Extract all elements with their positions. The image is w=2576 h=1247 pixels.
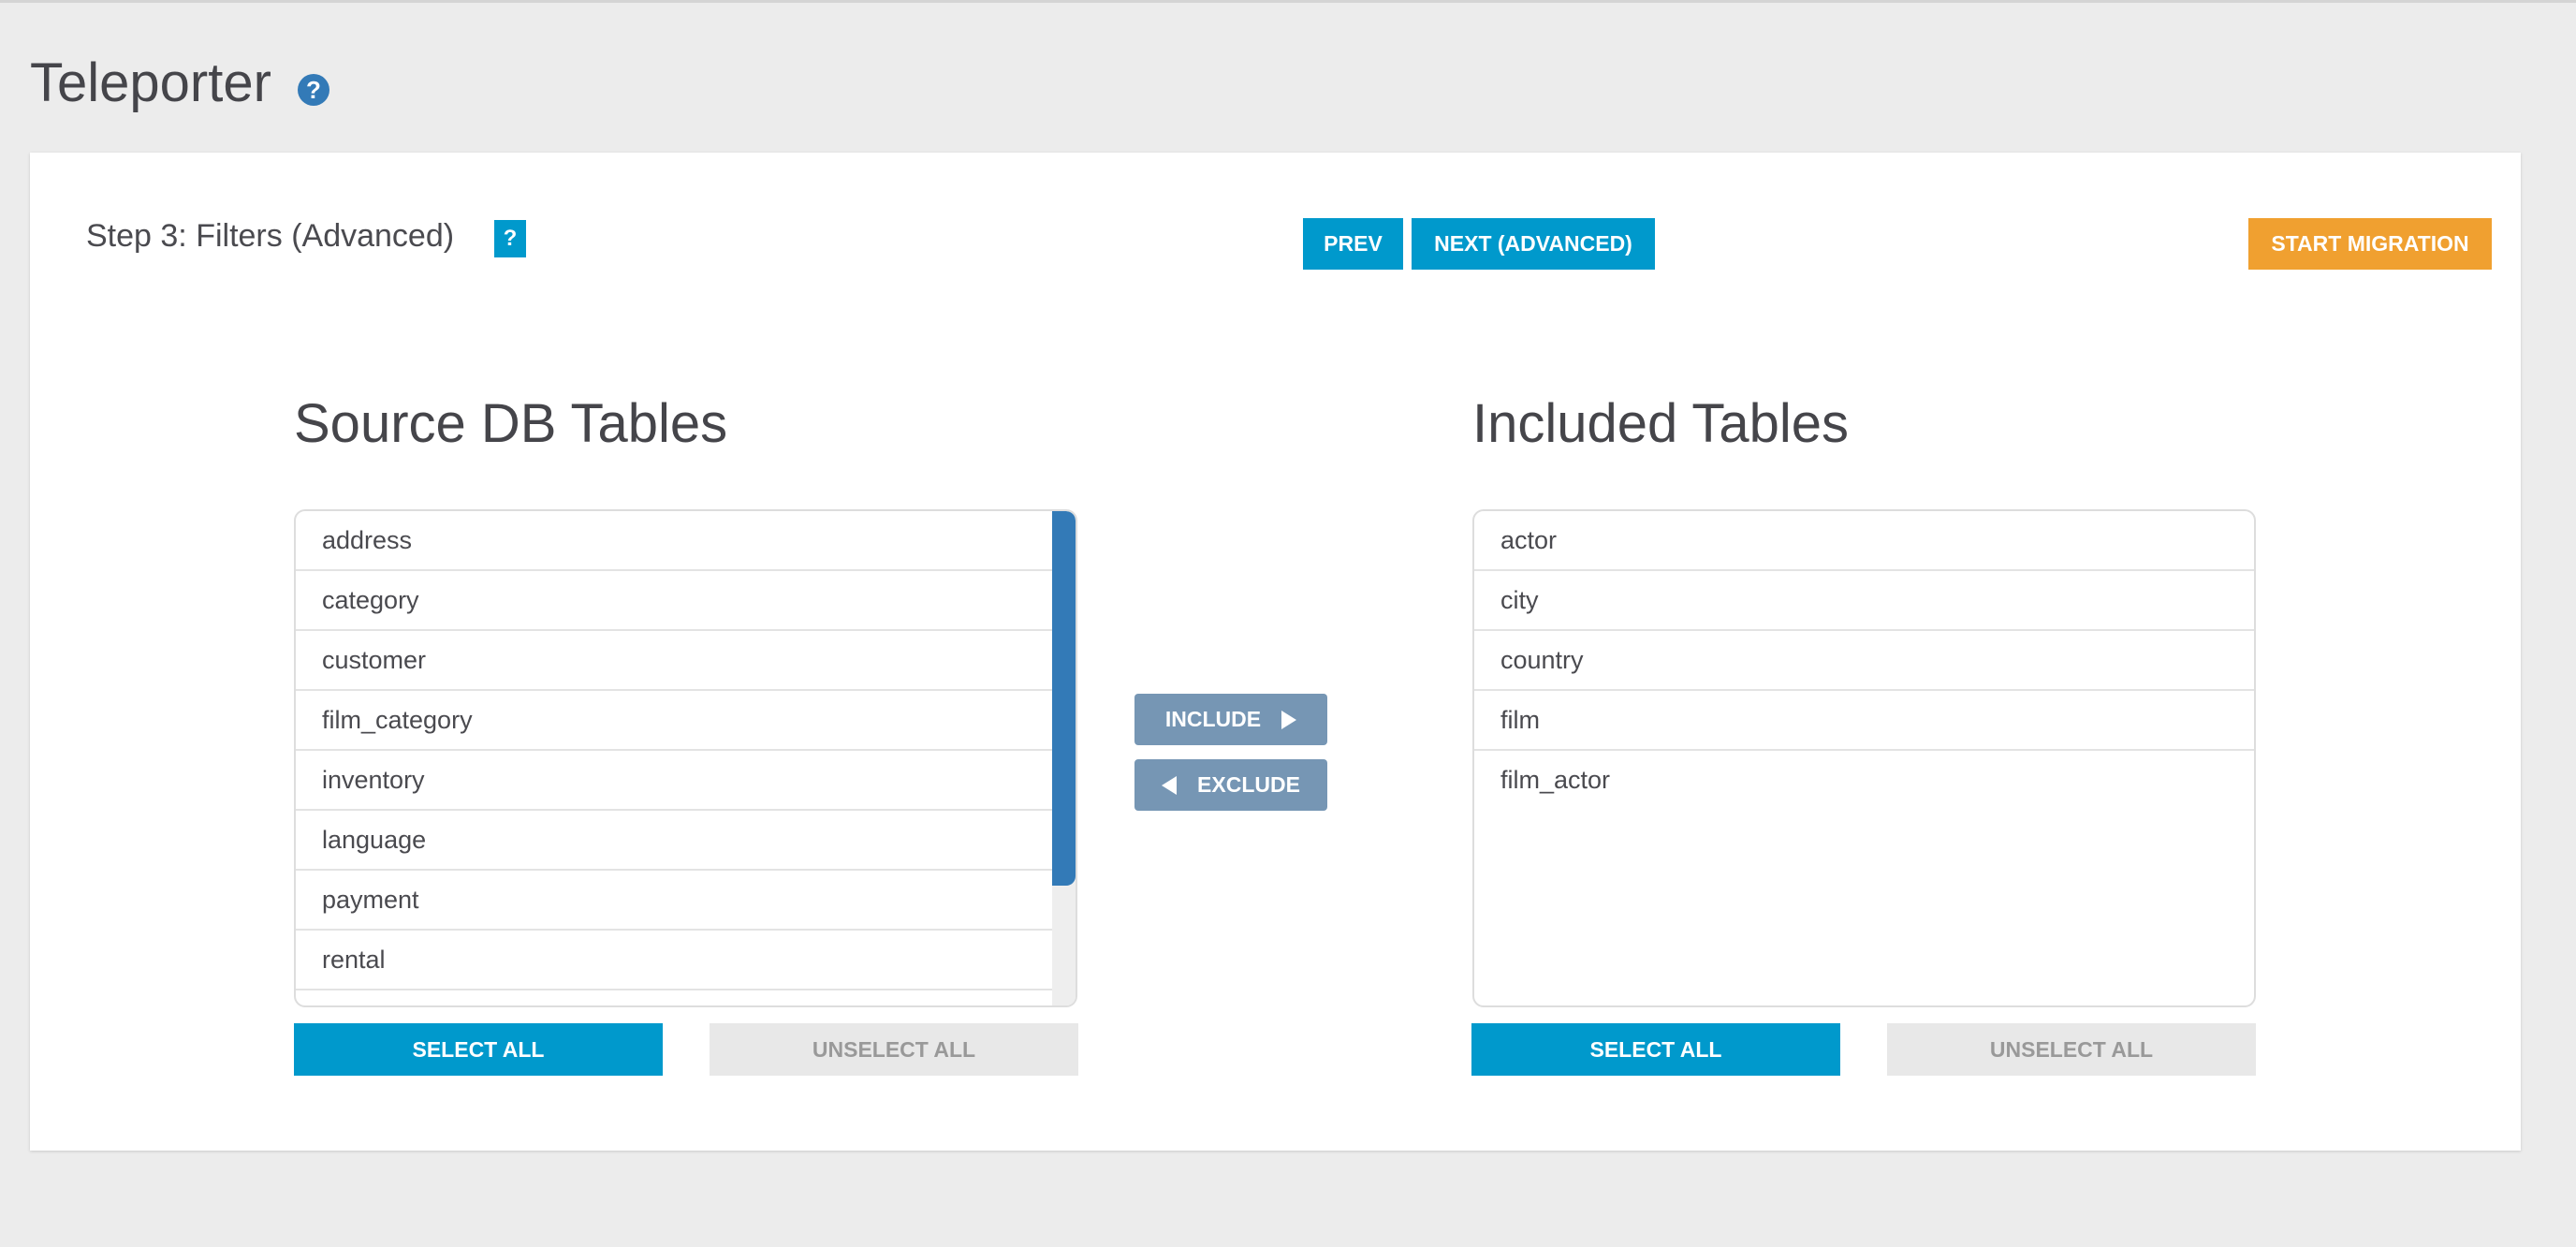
list-item[interactable]: inventory [296,751,1076,811]
list-item[interactable]: city [1474,571,2254,631]
page-title: Teleporter [30,52,271,113]
list-item[interactable]: category [296,571,1076,631]
included-unselect-all-button[interactable]: UNSELECT ALL [1887,1023,2256,1076]
help-icon[interactable]: ? [298,74,329,106]
included-tables-heading: Included Tables [1472,393,1850,454]
scrollbar[interactable] [1052,511,1076,1005]
include-button[interactable]: INCLUDE [1134,694,1327,745]
arrow-left-icon [1162,775,1178,795]
arrow-right-icon [1281,710,1297,729]
step-title: Step 3: Filters (Advanced) [86,218,455,254]
list-item[interactable]: address [296,511,1076,571]
list-item[interactable]: film_category [296,691,1076,751]
list-item[interactable]: payment [296,871,1076,931]
included-select-all-button[interactable]: SELECT ALL [1471,1023,1840,1076]
step-help-icon[interactable]: ? [494,220,526,257]
next-advanced-button[interactable]: NEXT (ADVANCED) [1412,218,1655,270]
list-item[interactable]: language [296,811,1076,871]
list-item[interactable]: customer [296,631,1076,691]
source-tables-list[interactable]: address category customer film_category … [294,509,1077,1007]
source-tables-heading: Source DB Tables [294,393,728,454]
list-item[interactable]: film_actor [1474,751,2254,811]
list-item[interactable]: rental [296,931,1076,990]
list-item[interactable]: film [1474,691,2254,751]
include-label: INCLUDE [1164,707,1262,731]
source-select-all-button[interactable]: SELECT ALL [294,1023,663,1076]
exclude-button[interactable]: EXCLUDE [1134,759,1327,811]
list-item[interactable]: actor [1474,511,2254,571]
start-migration-button[interactable]: START MIGRATION [2248,218,2492,270]
prev-button[interactable]: PREV [1303,218,1403,270]
list-item[interactable]: country [1474,631,2254,691]
source-unselect-all-button[interactable]: UNSELECT ALL [710,1023,1078,1076]
included-tables-list[interactable]: actor city country film film_actor [1472,509,2256,1007]
exclude-label: EXCLUDE [1197,772,1300,797]
list-item[interactable] [296,990,1076,1005]
scrollbar-thumb[interactable] [1052,511,1076,886]
